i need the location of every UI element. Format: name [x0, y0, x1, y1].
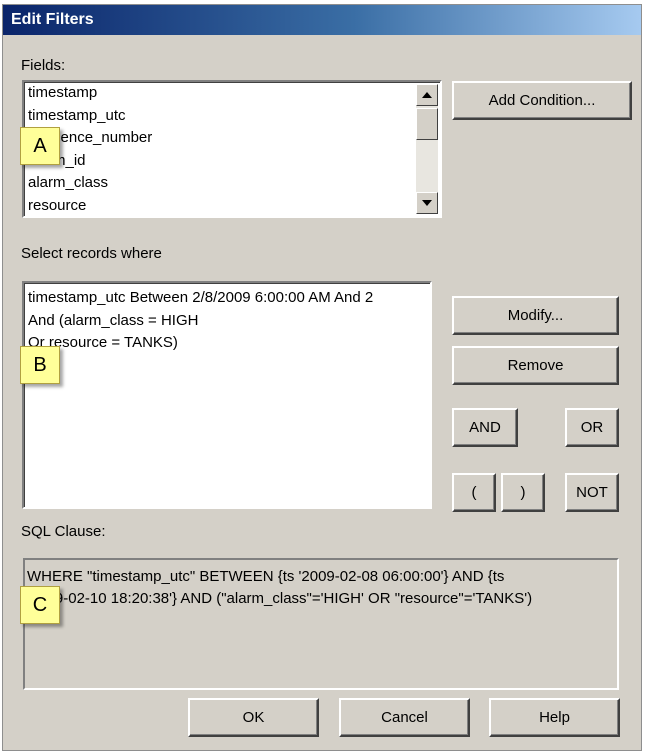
field-item-timestamp-utc[interactable]: timestamp_utc — [24, 105, 440, 128]
ok-button[interactable]: OK — [188, 698, 319, 737]
callout-c: C — [20, 586, 60, 624]
callout-a: A — [20, 127, 60, 165]
condition-line[interactable]: timestamp_utc Between 2/8/2009 6:00:00 A… — [24, 287, 430, 310]
scroll-up-button[interactable] — [416, 84, 438, 106]
dialog-title: Edit Filters — [3, 5, 641, 35]
scroll-down-arrow-icon — [422, 200, 432, 206]
modify-button[interactable]: Modify... — [452, 296, 619, 335]
callout-b: B — [20, 346, 60, 384]
edit-filters-dialog: Edit Filters Fields: timestamp timestamp… — [2, 4, 642, 751]
and-button[interactable]: AND — [452, 408, 518, 447]
field-item-sequence-number[interactable]: sequence_number — [24, 127, 440, 150]
select-records-label: Select records where — [21, 245, 162, 262]
not-button[interactable]: NOT — [565, 473, 619, 512]
field-item-resource[interactable]: resource — [24, 195, 440, 217]
remove-button[interactable]: Remove — [452, 346, 619, 385]
scroll-up-arrow-icon — [422, 92, 432, 98]
fields-scrollbar[interactable] — [416, 84, 438, 214]
condition-line[interactable]: And (alarm_class = HIGH — [24, 310, 430, 333]
or-button[interactable]: OR — [565, 408, 619, 447]
sql-line: '2009-02-10 18:20:38'} AND ("alarm_class… — [27, 590, 533, 607]
scroll-thumb[interactable] — [416, 108, 438, 140]
field-item-timestamp[interactable]: timestamp — [24, 82, 440, 105]
open-paren-button[interactable]: ( — [452, 473, 496, 512]
sql-line: WHERE "timestamp_utc" BETWEEN {ts '2009-… — [27, 568, 505, 585]
help-button[interactable]: Help — [489, 698, 620, 737]
scroll-down-button[interactable] — [416, 192, 438, 214]
fields-listbox[interactable]: timestamp timestamp_utc sequence_number … — [22, 80, 442, 218]
sql-clause-label: SQL Clause: — [21, 523, 106, 540]
close-paren-button[interactable]: ) — [501, 473, 545, 512]
add-condition-button[interactable]: Add Condition... — [452, 81, 632, 120]
field-item-alarm-class[interactable]: alarm_class — [24, 172, 440, 195]
condition-line[interactable]: Or resource = TANKS) — [24, 332, 430, 355]
field-item-alarm-id[interactable]: alarm_id — [24, 150, 440, 173]
fields-label: Fields: — [21, 57, 66, 74]
conditions-listbox[interactable]: timestamp_utc Between 2/8/2009 6:00:00 A… — [22, 281, 432, 509]
cancel-button[interactable]: Cancel — [339, 698, 470, 737]
sql-clause-display: WHERE "timestamp_utc" BETWEEN {ts '2009-… — [23, 558, 619, 690]
